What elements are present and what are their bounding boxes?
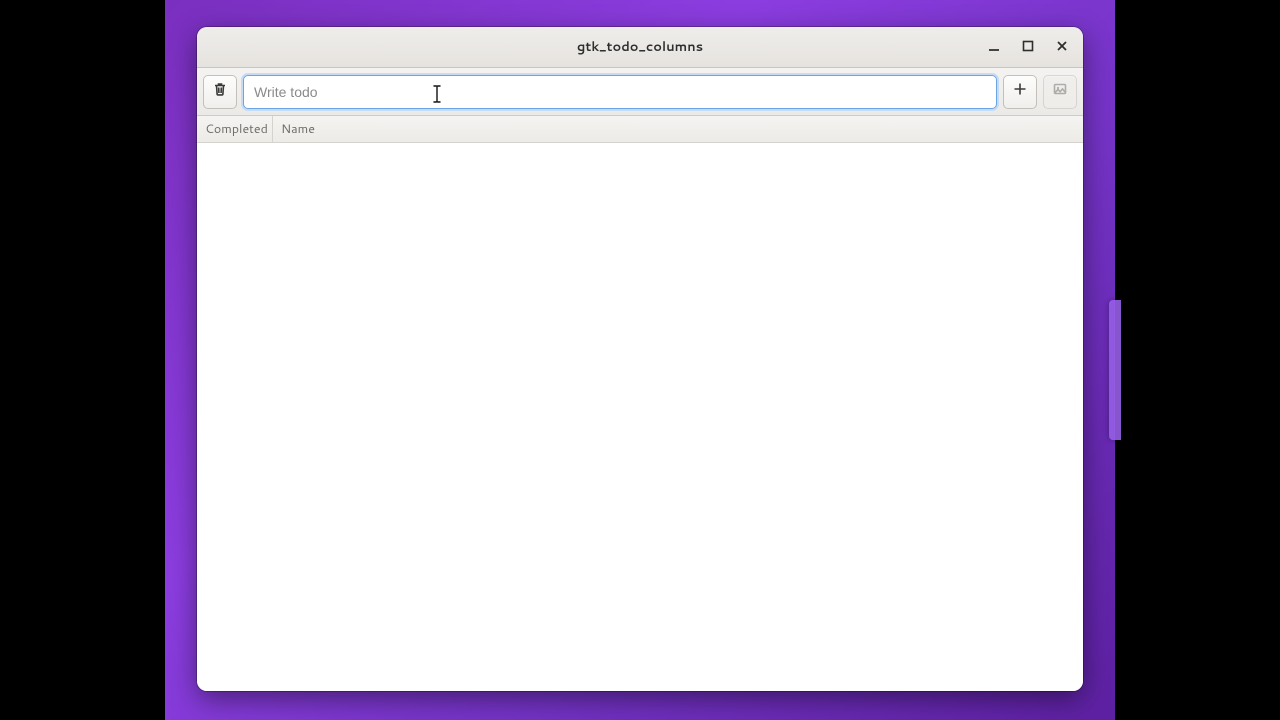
- close-button[interactable]: [1047, 33, 1077, 61]
- window-controls: [979, 27, 1077, 67]
- titlebar[interactable]: gtk_todo_columns: [197, 27, 1083, 68]
- screen: gtk_todo_columns: [0, 0, 1280, 720]
- plus-icon: [1012, 80, 1028, 103]
- delete-button[interactable]: [203, 75, 237, 109]
- minimize-button[interactable]: [979, 33, 1009, 61]
- export-button[interactable]: [1043, 75, 1077, 109]
- column-completed-label: Completed: [205, 120, 268, 138]
- column-name[interactable]: Name: [273, 116, 1083, 142]
- maximize-icon: [1021, 39, 1035, 56]
- image-icon: [1052, 80, 1068, 103]
- add-button[interactable]: [1003, 75, 1037, 109]
- todo-list-area: [197, 143, 1083, 691]
- column-headers: Completed Name: [197, 116, 1083, 143]
- column-name-label: Name: [281, 120, 315, 138]
- trash-icon: [212, 80, 228, 103]
- minimize-icon: [987, 39, 1001, 56]
- column-completed[interactable]: Completed: [197, 116, 273, 142]
- toolbar: [197, 68, 1083, 116]
- window-title: gtk_todo_columns: [577, 38, 703, 56]
- desktop-side-tab: [1109, 300, 1121, 440]
- todo-input[interactable]: [243, 75, 997, 109]
- maximize-button[interactable]: [1013, 33, 1043, 61]
- app-window: gtk_todo_columns: [197, 27, 1083, 691]
- close-icon: [1055, 39, 1069, 56]
